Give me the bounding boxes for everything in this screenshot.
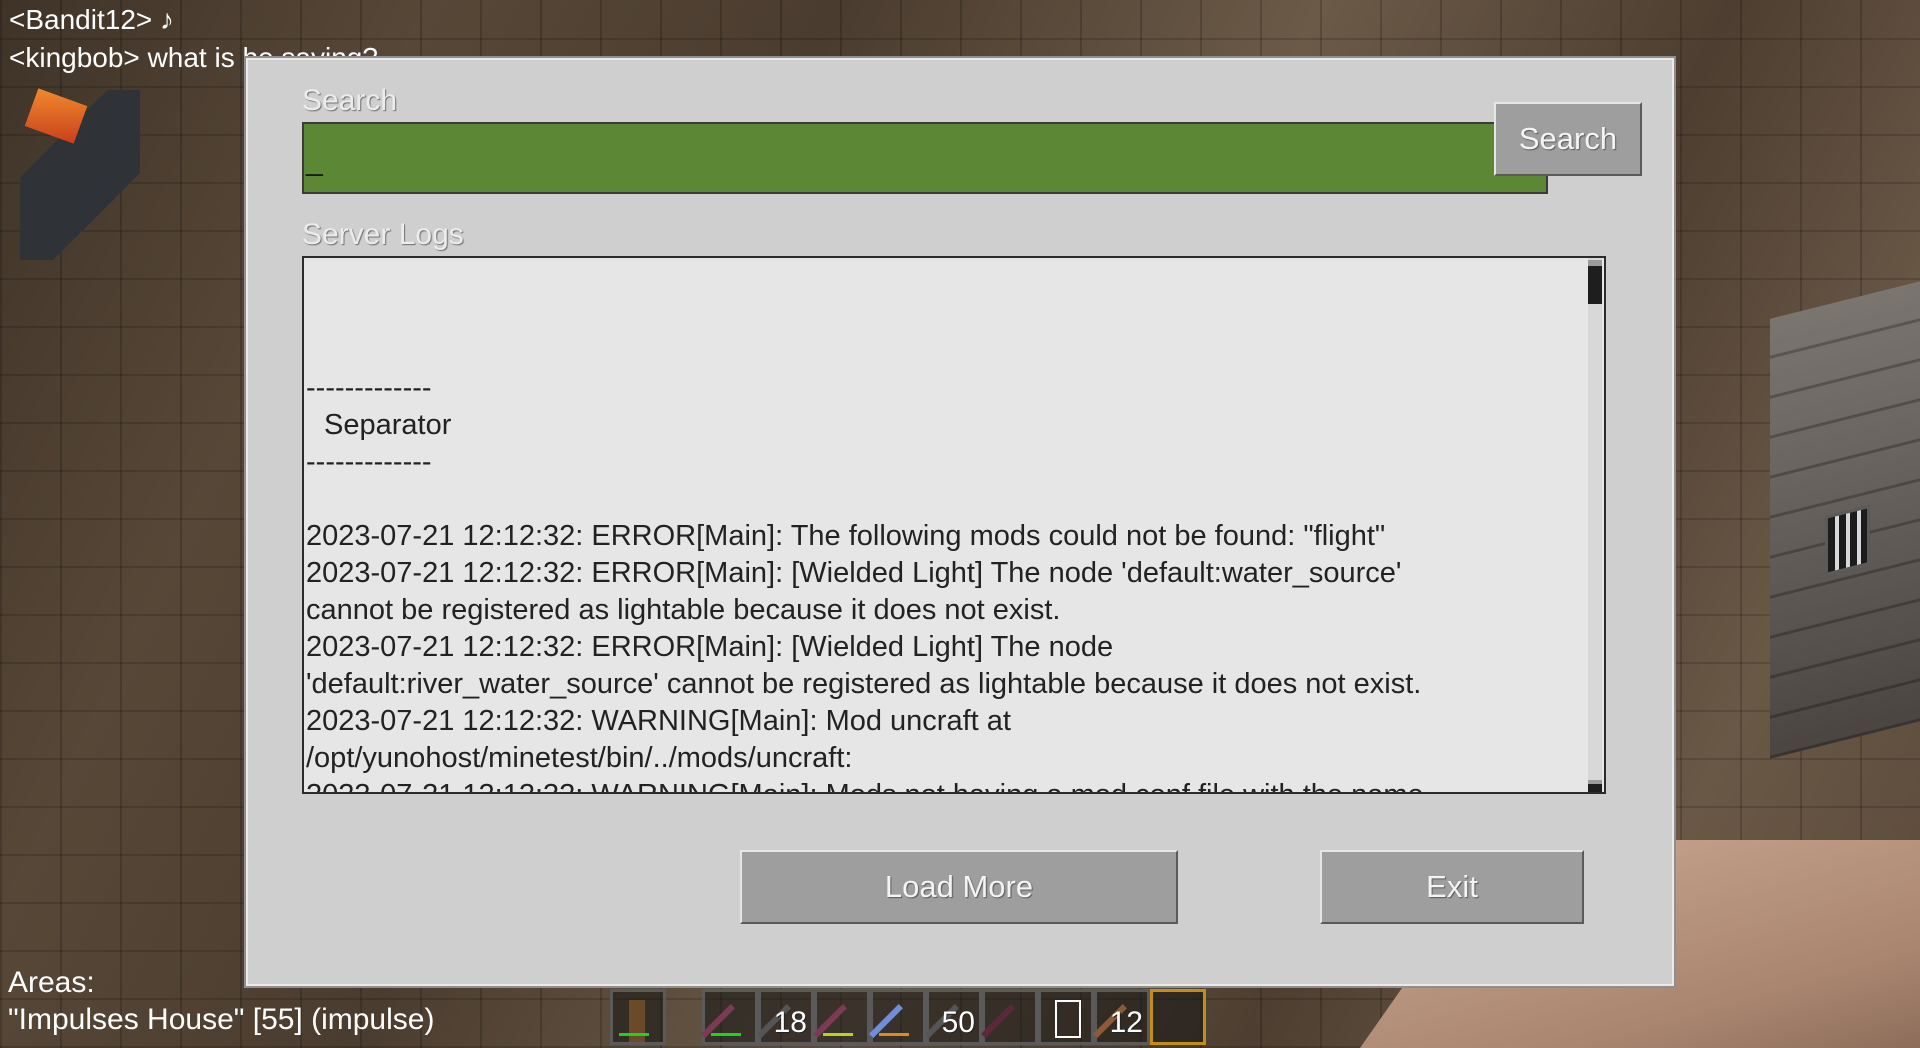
- log-line: 2023-07-21 12:12:32: ERROR[Main]: The fo…: [306, 520, 1386, 552]
- item-count: 50: [941, 1006, 975, 1039]
- hotbar-slot[interactable]: [981, 989, 1038, 1045]
- search-button[interactable]: Search: [1494, 102, 1642, 176]
- log-line: -------------: [306, 372, 432, 404]
- log-line: -------------: [306, 446, 432, 478]
- server-logs-dialog: Search _ Search Server Logs ------------…: [246, 58, 1674, 986]
- exit-button[interactable]: Exit: [1320, 850, 1584, 924]
- logs-content: ------------- Separator ------------- 2023-…: [304, 333, 1568, 792]
- hotbar-slot[interactable]: 50: [925, 989, 982, 1045]
- durability-bar: [879, 1033, 909, 1036]
- furnace-grate-icon: [1825, 504, 1870, 576]
- load-more-button[interactable]: Load More: [740, 850, 1178, 924]
- log-line: cannot be registered as lightable becaus…: [306, 594, 1061, 626]
- sword-item-icon: [981, 1004, 1015, 1038]
- log-line: 2023-07-21 12:12:32: ERROR[Main]: [Wield…: [306, 631, 1114, 663]
- hotbar-slot[interactable]: 12: [1093, 989, 1150, 1045]
- search-label: Search: [302, 84, 398, 117]
- log-line: 2023-07-21 12:12:32: WARNING[Main]: Mod …: [306, 705, 1011, 737]
- hotbar-slot[interactable]: 18: [757, 989, 814, 1045]
- durability-bar: [823, 1033, 853, 1036]
- scrollbar-thumb[interactable]: [1588, 260, 1602, 304]
- hotbar-slot[interactable]: [813, 989, 870, 1045]
- hotbar: 18 50 12: [610, 988, 1206, 1048]
- logs-scrollbar[interactable]: [1588, 258, 1602, 792]
- server-logs-label: Server Logs: [302, 218, 464, 251]
- backpack-item-icon: [1055, 1000, 1081, 1038]
- server-logs-textarea[interactable]: ------------- Separator ------------- 2023-…: [302, 256, 1606, 794]
- areas-value: "Impulses House" [55] (impulse): [8, 1003, 435, 1036]
- log-line: 'default:river_water_source' cannot be r…: [306, 668, 1422, 700]
- hotbar-slot[interactable]: [701, 989, 758, 1045]
- areas-label: Areas:: [8, 966, 95, 999]
- durability-bar: [619, 1033, 649, 1036]
- log-line: Separator: [324, 409, 452, 441]
- chat-line: <Bandit12> ♪: [9, 4, 175, 35]
- hotbar-gap: [666, 988, 702, 1048]
- item-count: 12: [1109, 1006, 1143, 1039]
- item-frame-icon: [20, 88, 140, 260]
- item-count: 18: [773, 1006, 807, 1039]
- hotbar-slot[interactable]: [1150, 989, 1206, 1045]
- gem-icon: [24, 88, 88, 144]
- log-line: 2023-07-21 12:12:32: ERROR[Main]: [Wield…: [306, 557, 1402, 589]
- log-line: 2023-07-21 12:12:32: WARNING[Main]: Mods…: [304, 777, 1568, 792]
- scroll-down-arrow[interactable]: [1588, 780, 1602, 792]
- search-input[interactable]: _: [302, 122, 1548, 194]
- furnace-block-icon: [1770, 281, 1920, 759]
- log-line: /opt/yunohost/minetest/bin/../mods/uncra…: [306, 742, 853, 774]
- hotbar-slot[interactable]: [610, 989, 666, 1045]
- hotbar-slot[interactable]: [1038, 989, 1094, 1045]
- hotbar-slot[interactable]: [869, 989, 926, 1045]
- durability-bar: [711, 1033, 741, 1036]
